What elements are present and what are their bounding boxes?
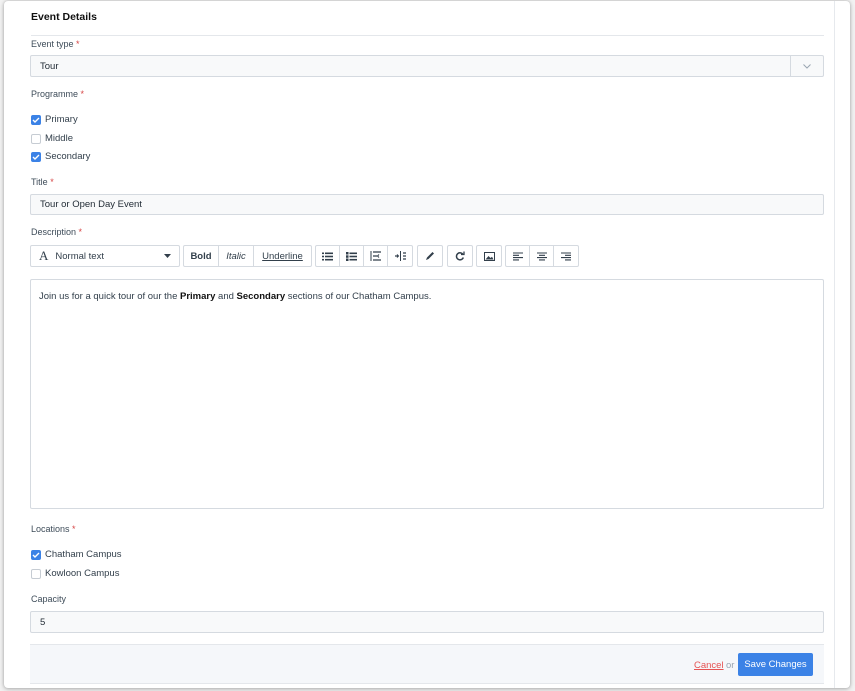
event-type-label: Event type *: [31, 39, 80, 49]
redo-button[interactable]: [448, 246, 472, 266]
checkbox-unchecked[interactable]: [31, 568, 41, 579]
section-title-divider: [31, 35, 824, 36]
location-option-kowloon[interactable]: Kowloon Campus: [31, 568, 119, 579]
location-option-chatham[interactable]: Chatham Campus: [31, 549, 122, 560]
checkbox-label: Kowloon Campus: [45, 568, 120, 579]
programme-label-text: Programme: [31, 89, 79, 99]
event-details-window: Event Details Event type * Tour Programm…: [4, 1, 850, 688]
programme-option-middle[interactable]: Middle: [31, 133, 73, 144]
check-icon: [32, 552, 40, 558]
indent-button[interactable]: [388, 246, 412, 266]
align-center-button[interactable]: [530, 246, 554, 266]
editor-text: and: [215, 291, 237, 302]
checkbox-checked[interactable]: [31, 549, 41, 560]
outdent-button[interactable]: [364, 246, 388, 266]
align-left-button[interactable]: [506, 246, 530, 266]
editor-bold-text: Primary: [180, 291, 216, 302]
form-footer: Cancel or Save Changes: [30, 644, 824, 684]
align-group: [505, 245, 579, 267]
checkbox-label: Secondary: [45, 151, 91, 162]
align-left-icon: [512, 251, 523, 260]
programme-label: Programme *: [31, 89, 84, 99]
capacity-label: Capacity: [31, 594, 66, 604]
description-label-text: Description: [31, 227, 77, 237]
capacity-label-text: Capacity: [31, 594, 67, 604]
bullet-list-icon: [322, 252, 333, 260]
required-asterisk: *: [76, 39, 80, 49]
editor-text: Join us for a quick tour of our the: [39, 291, 180, 302]
checkbox-checked[interactable]: [31, 151, 41, 162]
checkbox-checked[interactable]: [31, 114, 41, 125]
redo-group: [447, 245, 473, 267]
event-type-label-text: Event type: [31, 39, 74, 49]
align-right-button[interactable]: [554, 246, 578, 266]
pen-icon: [426, 252, 434, 260]
required-asterisk: *: [78, 227, 83, 237]
text-format-group: Bold Italic Underline: [183, 245, 312, 267]
title-value: Tour or Open Day Event: [40, 199, 142, 210]
redo-icon: [455, 251, 465, 261]
font-icon: A: [39, 248, 49, 263]
numbered-list-button[interactable]: [340, 246, 364, 266]
pen-group: [417, 245, 443, 267]
block-style-value: Normal text: [55, 250, 104, 262]
list-group: [315, 245, 413, 267]
event-type-value: Tour: [40, 60, 59, 72]
checkbox-label: Chatham Campus: [45, 549, 122, 560]
outdent-icon: [370, 251, 381, 261]
image-group: [476, 245, 502, 267]
pen-button[interactable]: [418, 246, 442, 266]
save-changes-button[interactable]: Save Changes: [738, 653, 813, 676]
checkbox-label: Middle: [45, 133, 73, 144]
bullet-list-button[interactable]: [316, 246, 340, 266]
checkbox-label: Primary: [45, 114, 78, 125]
required-asterisk: *: [50, 177, 54, 187]
italic-button[interactable]: Italic: [219, 246, 254, 266]
title-input[interactable]: Tour or Open Day Event: [30, 194, 824, 215]
editor-bold-text: Secondary: [236, 291, 286, 302]
description-label: Description *: [31, 227, 82, 237]
underline-button[interactable]: Underline: [254, 246, 311, 266]
editor-text: sections of our Chatham Campus.: [285, 291, 432, 302]
or-separator: or: [726, 660, 735, 671]
event-type-select[interactable]: Tour: [30, 55, 824, 77]
capacity-value: 5: [40, 616, 46, 628]
check-icon: [32, 154, 40, 160]
title-label-text: Title: [31, 177, 48, 187]
block-style-dropdown[interactable]: A Normal text: [30, 245, 180, 267]
align-right-icon: [561, 251, 571, 260]
required-asterisk: *: [80, 89, 85, 99]
locations-label: Locations *: [31, 524, 76, 534]
cancel-link[interactable]: Cancel: [694, 660, 724, 671]
image-icon: [483, 251, 495, 261]
section-title: Event Details: [31, 11, 97, 23]
programme-option-primary[interactable]: Primary: [31, 114, 78, 125]
required-asterisk: *: [72, 524, 76, 534]
insert-image-button[interactable]: [477, 246, 501, 266]
chevron-down-icon[interactable]: [790, 56, 823, 76]
check-icon: [32, 117, 40, 123]
bold-button[interactable]: Bold: [184, 246, 219, 266]
align-center-icon: [536, 251, 547, 260]
numbered-list-icon: [346, 251, 357, 261]
title-label: Title *: [31, 177, 54, 187]
indent-icon: [394, 251, 406, 261]
panel-divider: [834, 1, 835, 688]
locations-label-text: Locations: [31, 524, 70, 534]
checkbox-unchecked[interactable]: [31, 133, 41, 144]
capacity-input[interactable]: 5: [30, 611, 824, 633]
description-editor[interactable]: Join us for a quick tour of our the Prim…: [30, 279, 824, 509]
caret-down-icon: [164, 254, 171, 258]
programme-option-secondary[interactable]: Secondary: [31, 151, 90, 162]
